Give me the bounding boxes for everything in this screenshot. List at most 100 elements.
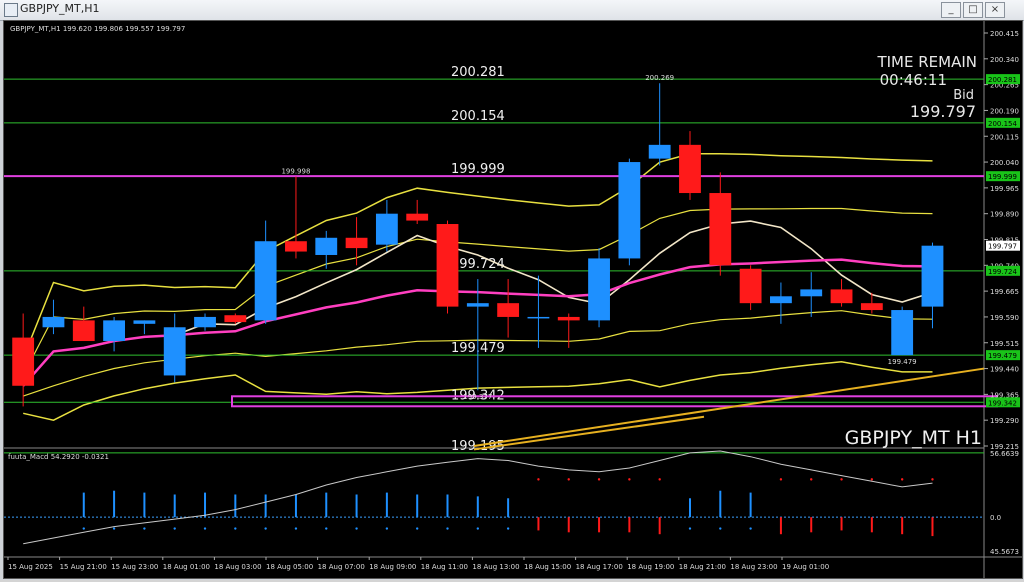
- time-tick-label: 18 Aug 03:00: [214, 563, 261, 571]
- level-label-200.154: 200.154: [451, 109, 505, 124]
- indicator-label: fuuta_Macd 54.2920 -0.0321: [8, 453, 109, 461]
- macd-dot: [597, 478, 601, 481]
- price-tick-label-200.115: 200.115: [990, 133, 1019, 141]
- time-tick-label: 18 Aug 01:00: [163, 563, 210, 571]
- price-tick-label-200.040: 200.040: [990, 159, 1019, 167]
- time-remain-label: TIME REMAIN: [876, 53, 977, 71]
- macd-dot: [446, 527, 449, 530]
- price-tick-label-200.340: 200.340: [990, 56, 1019, 64]
- candle-body: [133, 320, 156, 324]
- macd-dot: [810, 478, 813, 481]
- candle-body: [12, 337, 35, 386]
- time-tick-label: 19 Aug 01:00: [782, 563, 829, 571]
- price-tick-label-199.965: 199.965: [990, 185, 1019, 193]
- price-axis: 200.415200.340200.265200.190200.115200.0…: [984, 30, 1020, 451]
- point-label-199.377: 199.377: [463, 393, 492, 401]
- bid-label: Bid: [953, 88, 974, 103]
- time-tick-label: 18 Aug 07:00: [318, 563, 365, 571]
- price-tick-label-199.590: 199.590: [990, 314, 1019, 322]
- time-tick-label: 18 Aug 05:00: [266, 563, 313, 571]
- macd-dot: [355, 527, 358, 530]
- macd-dot: [931, 478, 934, 481]
- macd-dot: [385, 527, 389, 530]
- chart-window-icon: [4, 3, 18, 17]
- macd-dot: [749, 527, 752, 530]
- macd-dot: [82, 527, 85, 530]
- candle-body: [648, 144, 671, 159]
- macd-dot: [719, 527, 722, 530]
- macd-dot: [112, 527, 116, 530]
- candles: [12, 83, 944, 407]
- candle-body: [921, 245, 944, 307]
- macd-dot: [203, 527, 207, 530]
- point-label-199.998: 199.998: [281, 168, 310, 176]
- macd-dot: [567, 478, 570, 481]
- candle-body: [375, 213, 398, 245]
- minimize-button[interactable]: _: [941, 2, 961, 18]
- time-tick-label: 18 Aug 21:00: [679, 563, 726, 571]
- point-label-200.269: 200.269: [645, 74, 674, 82]
- symbol-label: GBPJPY_MT H1: [845, 427, 982, 449]
- time-axis: 15 Aug 2025 15 Aug 21:00 15 Aug 23:00 18 Au…: [7, 557, 829, 571]
- candle-body: [72, 320, 95, 342]
- maximize-button[interactable]: □: [963, 2, 983, 18]
- candle-body: [345, 237, 368, 249]
- candle-body: [285, 241, 307, 252]
- candle-body: [224, 315, 247, 323]
- time-tick-label: 18 Aug 11:00: [421, 563, 468, 571]
- price-tick-label-200.190: 200.190: [990, 107, 1019, 115]
- macd-dot: [173, 527, 176, 530]
- candle-body: [679, 144, 701, 194]
- candle-body: [466, 303, 489, 307]
- macd-dot: [415, 527, 419, 530]
- level-label-199.724: 199.724: [451, 257, 505, 272]
- macd-tick-label: 56.6639: [990, 450, 1019, 458]
- close-button[interactable]: ×: [985, 2, 1005, 18]
- candle-body: [739, 268, 762, 304]
- price-tick-label-199.890: 199.890: [990, 211, 1019, 219]
- candle-body: [527, 316, 550, 319]
- magenta-zone-box: [231, 395, 998, 408]
- candle-body: [436, 224, 459, 307]
- candle-body: [406, 213, 429, 221]
- trend-line-lower: [473, 415, 705, 451]
- bid-value: 199.797: [910, 102, 976, 121]
- macd-dot: [476, 527, 480, 530]
- price-tag-199.479: 199.479: [988, 352, 1017, 360]
- candle-body: [860, 303, 883, 311]
- price-tag-200.281: 200.281: [988, 76, 1017, 84]
- time-tick-label: 18 Aug 15:00: [524, 563, 571, 571]
- macd-indicator: 56.6639 0.0 45.5673: [4, 450, 1019, 556]
- chart-area[interactable]: 200.281 200.154 199.999 199.724 199.479 199.3…: [3, 20, 1023, 579]
- chart-svg[interactable]: 200.281 200.154 199.999 199.724 199.479 199.3…: [4, 21, 1022, 578]
- price-tick-label-200.415: 200.415: [990, 30, 1019, 38]
- price-tag-199.724: 199.724: [988, 268, 1017, 276]
- window-titlebar[interactable]: GBPJPY_MT,H1 _ □ ×: [0, 0, 1024, 21]
- macd-dot: [688, 527, 692, 530]
- level-label-199.999: 199.999: [451, 162, 505, 177]
- candle-body: [830, 289, 853, 304]
- time-tick-label: 18 Aug 19:00: [627, 563, 674, 571]
- macd-dot: [840, 478, 843, 481]
- time-tick-label: 18 Aug 17:00: [576, 563, 623, 571]
- chart-window: GBPJPY_MT,H1 _ □ × 200.281 200.154 199.999…: [0, 0, 1024, 580]
- candle-body: [770, 296, 792, 304]
- level-label-200.281: 200.281: [451, 65, 505, 80]
- time-remain-value: 00:46:11: [880, 71, 947, 89]
- macd-tick-label: 0.0: [990, 514, 1001, 522]
- time-tick-label: 15 Aug 21:00: [60, 563, 107, 571]
- price-tag-199.797: 199.797: [988, 243, 1017, 251]
- candle-body: [557, 316, 580, 321]
- candle-body: [103, 320, 125, 342]
- price-tag-199.342: 199.342: [988, 399, 1017, 407]
- macd-dot: [325, 527, 328, 530]
- candle-body: [618, 162, 641, 259]
- candle-body: [709, 193, 732, 266]
- macd-dot: [294, 527, 298, 530]
- chart-header: GBPJPY_MT,H1 199.620 199.806 199.557 199…: [10, 25, 185, 33]
- price-tick-label-199.290: 199.290: [990, 417, 1019, 425]
- price-tick-label-199.515: 199.515: [990, 340, 1019, 348]
- macd-dot: [506, 527, 510, 530]
- macd-dot: [628, 478, 631, 481]
- price-tag-199.999: 199.999: [988, 173, 1017, 181]
